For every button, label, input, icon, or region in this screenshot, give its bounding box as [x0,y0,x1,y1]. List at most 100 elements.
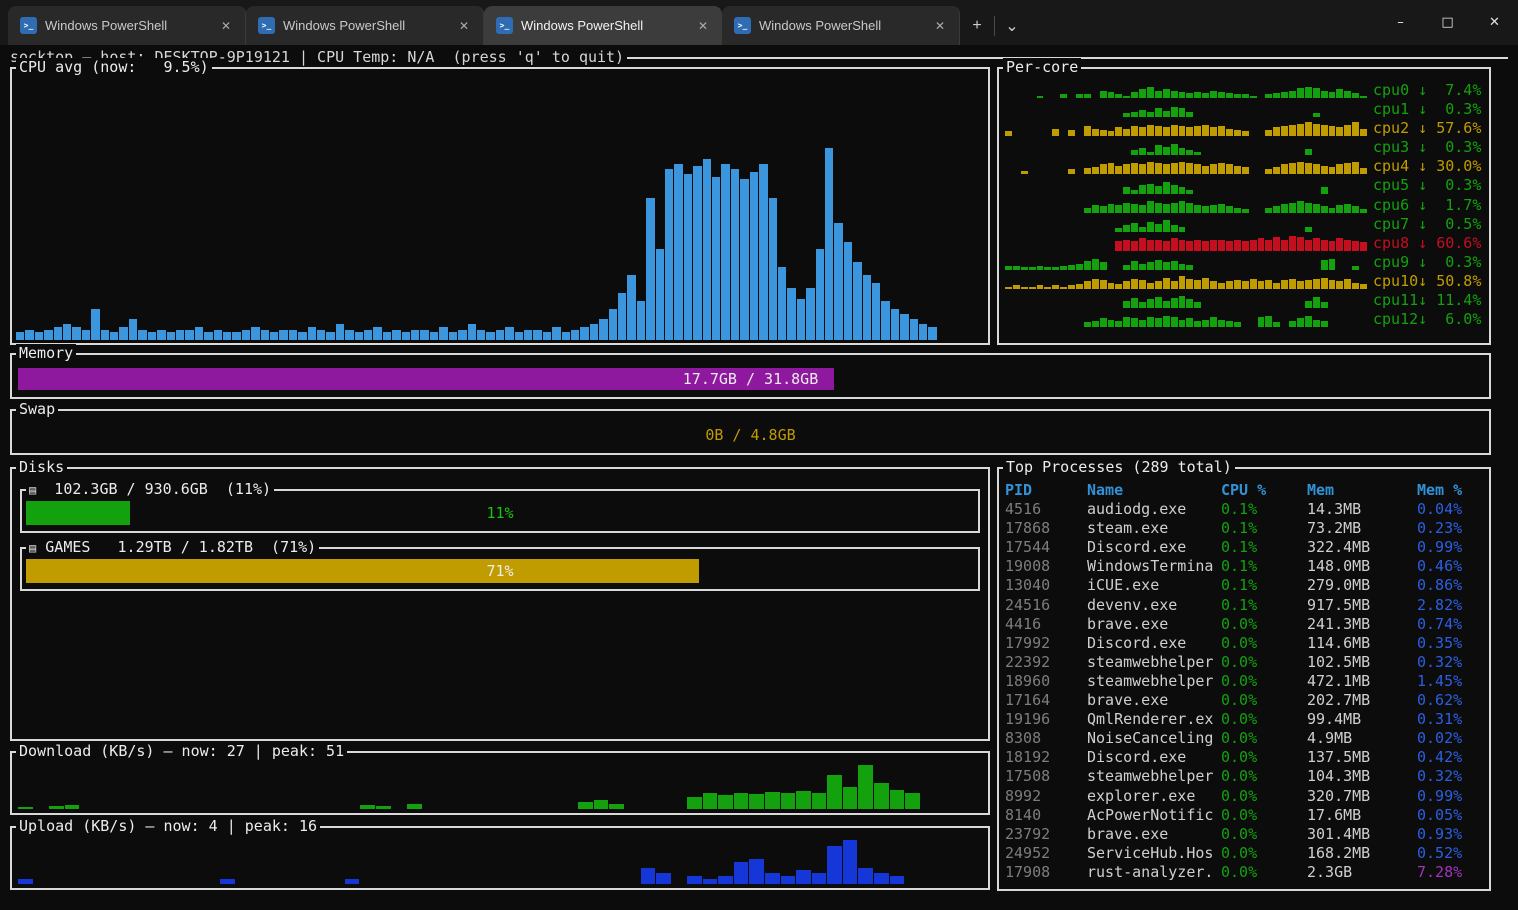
minimize-button[interactable]: – [1377,0,1424,45]
memory-gauge: 17.7GB / 31.8GB [18,368,1483,390]
core-row: cpu12↓ 6.0% [1005,310,1485,329]
process-row: 24952ServiceHub.Hos0.0%168.2MB0.52% [1005,844,1485,863]
core-spark-chart [1005,310,1373,329]
upload-history-chart [18,840,982,884]
tab-windows-powershell[interactable]: >_Windows PowerShell✕ [246,6,484,45]
process-row: 19196QmlRenderer.ex0.0%99.4MB0.31% [1005,710,1485,729]
per-core-rows: cpu0 ↓ 7.4%cpu1 ↓ 0.3%cpu2 ↓ 57.6%cpu3 ↓… [1005,81,1485,339]
process-cpu: 0.1% [1221,500,1307,519]
process-pid: 19008 [1005,557,1087,576]
tab-windows-powershell[interactable]: >_Windows PowerShell✕ [484,6,722,45]
core-label: cpu3 ↓ 0.3% [1373,138,1485,157]
app-header-row: socktop — host: DESKTOP-9P19121 | CPU Te… [10,48,1508,67]
process-cpu: 0.0% [1221,787,1307,806]
process-name: QmlRenderer.ex [1087,710,1221,729]
core-spark-chart [1005,138,1373,157]
panel-memory: Memory 17.7GB / 31.8GB [10,353,1491,399]
process-row: 8308NoiseCanceling0.0%4.9MB0.02% [1005,729,1485,748]
core-spark-chart [1005,291,1373,310]
tab-title: Windows PowerShell [759,18,929,33]
process-mem-pct: 0.46% [1417,557,1485,576]
core-label: cpu11↓ 11.4% [1373,291,1485,310]
core-row: cpu7 ↓ 0.5% [1005,215,1485,234]
process-pid: 19196 [1005,710,1087,729]
tab-windows-powershell[interactable]: >_Windows PowerShell✕ [8,6,246,45]
powershell-icon: >_ [734,17,751,34]
core-spark-chart [1005,157,1373,176]
core-row: cpu8 ↓ 60.6% [1005,234,1485,253]
process-row: 8992explorer.exe0.0%320.7MB0.99% [1005,787,1485,806]
panel-upload: Upload (KB/s) — now: 4 | peak: 16 [10,826,990,890]
windows-terminal-window: >_Windows PowerShell✕>_Windows PowerShel… [0,0,1518,910]
upload-title: Upload (KB/s) — now: 4 | peak: 16 [16,817,320,836]
process-row: 17544Discord.exe0.1%322.4MB0.99% [1005,538,1485,557]
swap-gauge-label: 0B / 4.8GB [18,424,1483,446]
process-row: 24516devenv.exe0.1%917.5MB2.82% [1005,596,1485,615]
process-name: explorer.exe [1087,787,1221,806]
cpu-avg-title: CPU avg (now: 9.5%) [16,58,212,77]
process-row: 13040iCUE.exe0.1%279.0MB0.86% [1005,576,1485,595]
process-name: brave.exe [1087,691,1221,710]
tab-dropdown-button[interactable]: ⌄ [995,6,1029,45]
close-tab-icon[interactable]: ✕ [453,17,475,35]
process-pid: 24952 [1005,844,1087,863]
process-pid: 13040 [1005,576,1087,595]
window-titlebar: >_Windows PowerShell✕>_Windows PowerShel… [0,0,1518,45]
process-mem-pct: 0.42% [1417,748,1485,767]
process-pid: 24516 [1005,596,1087,615]
process-pid: 4516 [1005,500,1087,519]
powershell-icon: >_ [258,17,275,34]
swap-gauge: 0B / 4.8GB [18,424,1483,446]
process-mem-pct: 0.04% [1417,500,1485,519]
panel-top-processes: Top Processes (289 total) PIDNameCPU %Me… [997,467,1491,891]
core-spark-chart [1005,196,1373,215]
process-pid: 8140 [1005,806,1087,825]
process-name: rust-analyzer. [1087,863,1221,882]
disk-gauge-label: 11% [26,501,974,525]
new-tab-button[interactable]: + [960,6,994,45]
core-label: cpu5 ↓ 0.3% [1373,176,1485,195]
process-cpu: 0.1% [1221,576,1307,595]
process-mem: 279.0MB [1307,576,1417,595]
process-cpu: 0.1% [1221,538,1307,557]
close-tab-icon[interactable]: ✕ [929,17,951,35]
core-label: cpu8 ↓ 60.6% [1373,234,1485,253]
close-tab-icon[interactable]: ✕ [215,17,237,35]
maximize-button[interactable]: □ [1424,0,1471,45]
disk-usage-text: 102.3GB / 930.6GB (11%) [36,480,271,498]
process-mem-pct: 0.02% [1417,729,1485,748]
process-table: PIDNameCPU %MemMem %4516audiodg.exe0.1%1… [1005,481,1485,887]
disks-title: Disks [16,458,67,477]
process-row: 17992Discord.exe0.0%114.6MB0.35% [1005,634,1485,653]
memory-gauge-label: 17.7GB / 31.8GB [18,368,1483,390]
process-row: 4516audiodg.exe0.1%14.3MB0.04% [1005,500,1485,519]
process-row: 18960steamwebhelper0.0%472.1MB1.45% [1005,672,1485,691]
process-name: Discord.exe [1087,634,1221,653]
panel-disks: Disks ▤ 102.3GB / 930.6GB (11%)11%▤ GAME… [10,467,990,741]
process-mem: 73.2MB [1307,519,1417,538]
process-cpu: 0.0% [1221,844,1307,863]
core-row: cpu0 ↓ 7.4% [1005,81,1485,100]
process-mem: 202.7MB [1307,691,1417,710]
download-history-chart [18,765,982,809]
panel-swap: Swap 0B / 4.8GB [10,409,1491,455]
disk-subpanel: ▤ 102.3GB / 930.6GB (11%)11% [20,489,980,533]
core-label: cpu4 ↓ 30.0% [1373,157,1485,176]
core-spark-chart [1005,176,1373,195]
core-row: cpu4 ↓ 30.0% [1005,157,1485,176]
process-name: NoiseCanceling [1087,729,1221,748]
process-cpu: 0.1% [1221,557,1307,576]
process-pid: 22392 [1005,653,1087,672]
process-row: 22392steamwebhelper0.0%102.5MB0.32% [1005,653,1485,672]
powershell-icon: >_ [20,17,37,34]
process-cpu: 0.0% [1221,806,1307,825]
process-pid: 17508 [1005,767,1087,786]
column-header: CPU % [1221,481,1307,500]
close-window-button[interactable]: ✕ [1471,0,1518,45]
process-name: devenv.exe [1087,596,1221,615]
close-tab-icon[interactable]: ✕ [692,17,714,35]
process-cpu: 0.1% [1221,519,1307,538]
disk-subpanel-title: ▤ 102.3GB / 930.6GB (11%) [26,480,274,500]
tab-windows-powershell[interactable]: >_ Windows PowerShell✕ [722,6,960,45]
process-mem: 320.7MB [1307,787,1417,806]
